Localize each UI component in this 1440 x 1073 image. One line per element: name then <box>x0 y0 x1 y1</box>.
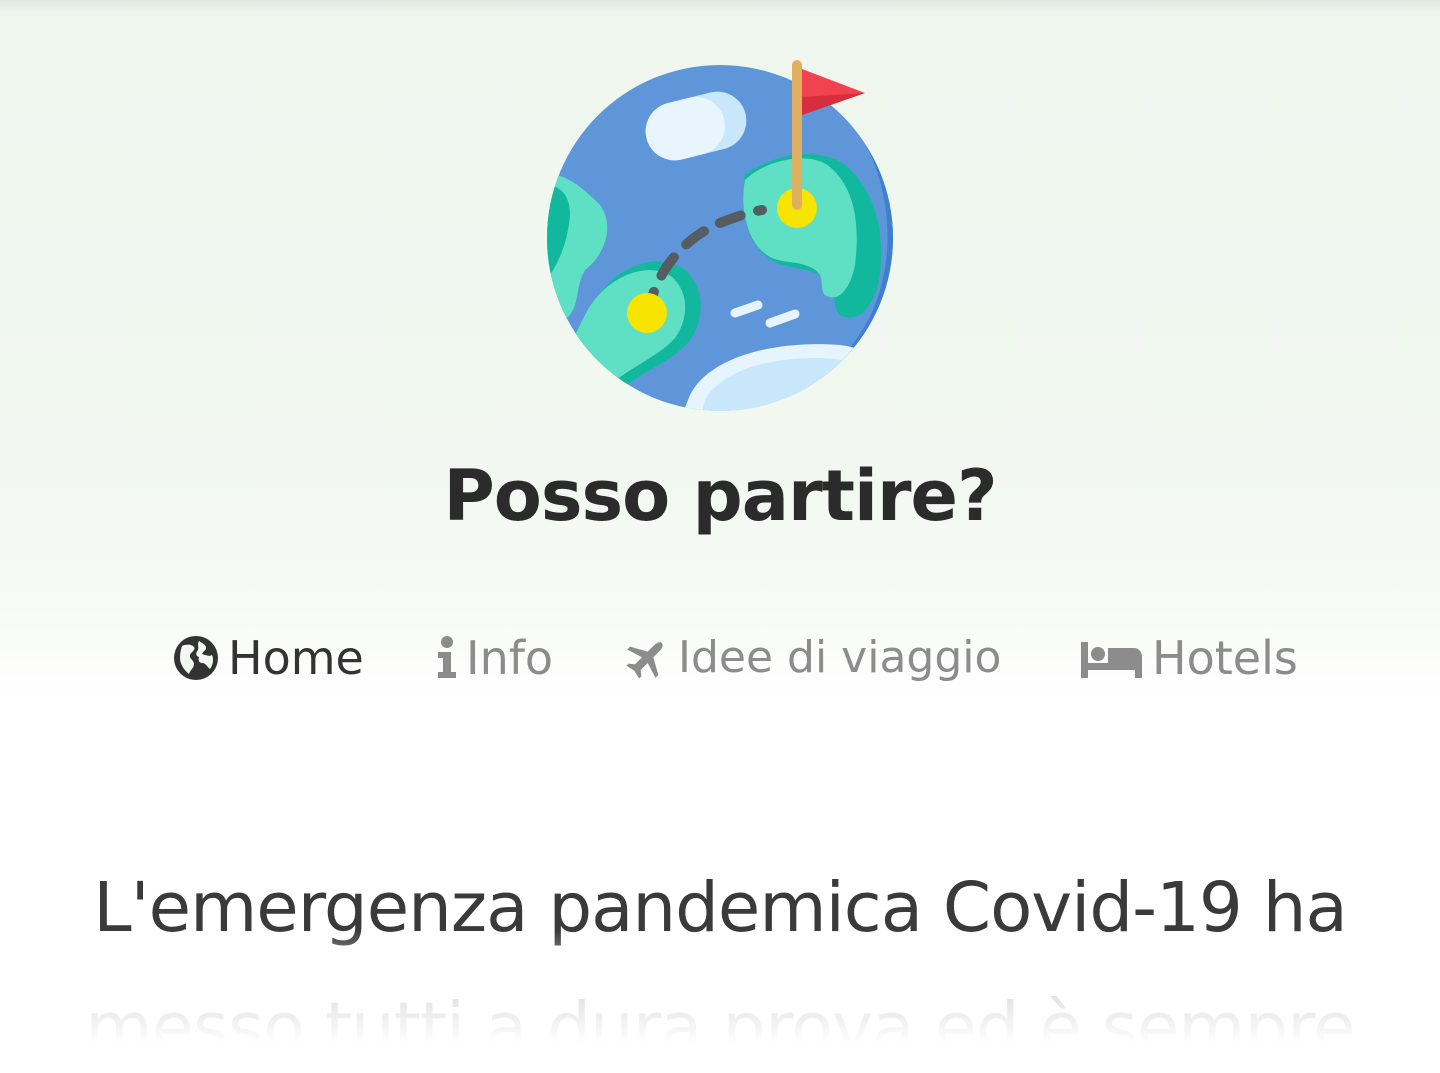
nav-item-info[interactable]: Info <box>436 620 553 695</box>
globe-travel-flag-icon <box>547 60 893 411</box>
info-icon <box>436 634 458 682</box>
nav-item-label: Info <box>466 630 554 685</box>
globe-americas-icon <box>172 634 220 682</box>
nav-item-label: Hotels <box>1152 630 1298 685</box>
nav-item-home[interactable]: Home <box>172 620 364 695</box>
bed-icon <box>1080 636 1144 680</box>
plane-icon <box>624 635 670 681</box>
page: Posso partire? Home Info Idee di viaggio… <box>0 0 1440 1073</box>
intro-paragraph: L'emergenza pandemica Covid-19 ha messo … <box>85 868 1355 1068</box>
nav-item-label: Idee di viaggio <box>678 632 1002 683</box>
nav-item-label: Home <box>228 630 364 685</box>
top-shadow <box>0 0 1440 14</box>
nav-item-hotels[interactable]: Hotels <box>1080 620 1298 695</box>
site-title: Posso partire? <box>443 455 997 537</box>
nav-item-idee-di-viaggio[interactable]: Idee di viaggio <box>624 620 1001 695</box>
main-nav: Home Info Idee di viaggio Hotels <box>0 620 1440 695</box>
